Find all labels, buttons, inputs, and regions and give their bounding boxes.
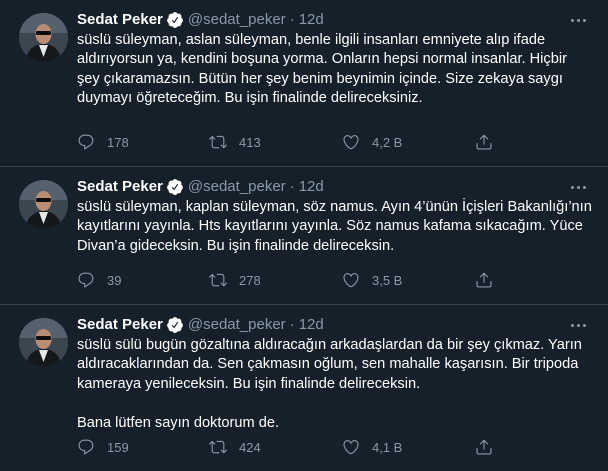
share-icon — [476, 439, 492, 455]
avatar[interactable] — [19, 180, 68, 229]
author-handle[interactable]: @sedat_peker — [188, 315, 286, 335]
avatar[interactable] — [19, 13, 68, 62]
share-button[interactable] — [475, 438, 505, 456]
tweet[interactable]: Sedat Peker @sedat_peker · 12d süslü sül… — [0, 0, 608, 167]
retweet-button[interactable]: 424 — [209, 438, 342, 456]
heart-icon — [343, 273, 359, 288]
reply-icon — [78, 272, 94, 288]
like-count: 4,1 B — [372, 439, 403, 455]
tweet[interactable]: Sedat Peker @sedat_peker · 12d süslü sül… — [0, 305, 608, 471]
retweet-count: 413 — [239, 134, 261, 150]
share-icon — [476, 272, 492, 288]
reply-button[interactable]: 178 — [77, 133, 209, 151]
avatar[interactable] — [19, 318, 68, 367]
like-count: 3,5 B — [372, 272, 403, 288]
author-name[interactable]: Sedat Peker — [77, 315, 163, 335]
like-button[interactable]: 3,5 B — [342, 271, 475, 289]
separator-dot: · — [289, 316, 295, 333]
author-name[interactable]: Sedat Peker — [77, 177, 163, 197]
tweet-actions: 159 424 4,1 B — [77, 437, 505, 457]
retweet-icon — [209, 273, 227, 287]
reply-button[interactable]: 39 — [77, 271, 209, 289]
like-count: 4,2 B — [372, 134, 403, 150]
more-horizontal-icon[interactable] — [566, 315, 590, 335]
tweet-text: süslü süleyman, aslan süleyman, benle il… — [77, 32, 572, 107]
author-handle[interactable]: @sedat_peker — [188, 177, 286, 197]
retweet-count: 278 — [239, 272, 261, 288]
like-button[interactable]: 4,2 B — [342, 133, 475, 151]
like-button[interactable]: 4,1 B — [342, 438, 475, 456]
author-name[interactable]: Sedat Peker — [77, 10, 163, 30]
more-horizontal-icon[interactable] — [566, 177, 590, 197]
retweet-count: 424 — [239, 439, 261, 455]
separator-dot: · — [289, 11, 295, 28]
retweet-icon — [209, 135, 227, 149]
share-icon — [476, 134, 492, 150]
reply-count: 39 — [107, 272, 122, 288]
reply-count: 159 — [107, 439, 129, 455]
tweet-text: süslü süleyman, kaplan süleyman, söz nam… — [77, 199, 596, 254]
verified-badge-icon — [166, 11, 184, 29]
tweet-actions: 178 413 4,2 B — [77, 132, 505, 152]
reply-icon — [78, 134, 94, 150]
heart-icon — [343, 440, 359, 455]
tweet-timestamp[interactable]: 12d — [299, 10, 324, 30]
reply-button[interactable]: 159 — [77, 438, 209, 456]
reply-count: 178 — [107, 134, 129, 150]
retweet-button[interactable]: 278 — [209, 271, 342, 289]
retweet-icon — [209, 440, 227, 454]
separator-dot: · — [289, 178, 295, 195]
share-button[interactable] — [475, 271, 505, 289]
heart-icon — [343, 135, 359, 150]
tweet-timestamp[interactable]: 12d — [299, 177, 324, 197]
tweet-text: süslü sülü bugün gözaltına aldıracağın a… — [77, 337, 582, 431]
tweet-timestamp[interactable]: 12d — [299, 315, 324, 335]
verified-badge-icon — [166, 316, 184, 334]
share-button[interactable] — [475, 133, 505, 151]
tweet-header: Sedat Peker @sedat_peker · 12d — [77, 315, 592, 335]
author-handle[interactable]: @sedat_peker — [188, 10, 286, 30]
tweet[interactable]: Sedat Peker @sedat_peker · 12d süslü sül… — [0, 167, 608, 305]
tweet-actions: 39 278 3,5 B — [77, 270, 505, 290]
timeline: Sedat Peker @sedat_peker · 12d süslü sül… — [0, 0, 608, 471]
more-horizontal-icon[interactable] — [566, 10, 590, 30]
retweet-button[interactable]: 413 — [209, 133, 342, 151]
verified-badge-icon — [166, 178, 184, 196]
tweet-header: Sedat Peker @sedat_peker · 12d — [77, 10, 592, 30]
tweet-header: Sedat Peker @sedat_peker · 12d — [77, 177, 592, 197]
reply-icon — [78, 439, 94, 455]
